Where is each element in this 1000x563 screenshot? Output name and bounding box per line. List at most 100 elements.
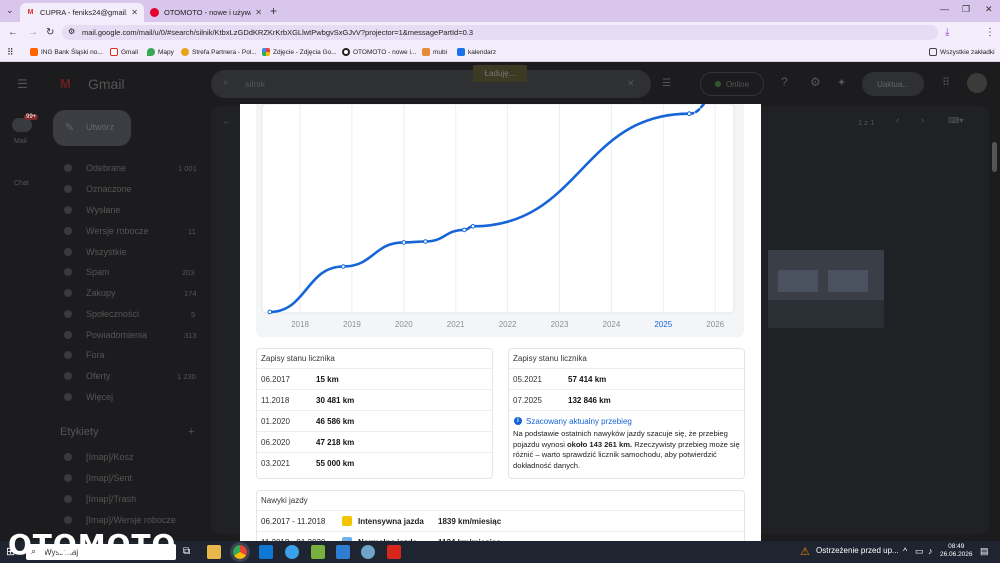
folder-sent[interactable]: Wysłane [86, 205, 120, 215]
settings-icon[interactable]: ⚙ [810, 75, 821, 89]
send-icon [64, 206, 72, 214]
label-item[interactable]: [Imap]/Kosz [86, 452, 134, 462]
tab-otomoto[interactable]: OTOMOTO - nowe i używane sa ✕ [144, 3, 268, 22]
site-info-icon[interactable]: ⚙ [68, 27, 75, 36]
data-point [401, 240, 407, 245]
apps-icon[interactable]: ⠿ [942, 76, 950, 89]
minimize-icon[interactable]: — [940, 4, 949, 14]
folder-all[interactable]: Wszystkie [86, 247, 127, 257]
bookmark-strefa[interactable]: Strefa Partnera - Pol... [181, 48, 257, 56]
x-tick-label: 2024 [603, 320, 621, 329]
table-row: 07.2025 132 846 km [509, 389, 744, 410]
data-point [686, 111, 692, 116]
x-tick-label: 2020 [395, 320, 413, 329]
folder-starred[interactable]: Oznaczone [86, 184, 132, 194]
mail-nav-icon[interactable] [12, 118, 32, 132]
estimate-title: Szacowany aktualny przebieg [526, 417, 632, 426]
bookmark-photos[interactable]: Zdjęcie - Zdjęcia Go... [262, 48, 337, 56]
people-icon [64, 310, 72, 318]
folder-social[interactable]: Społeczności [86, 309, 139, 319]
app-icon[interactable] [311, 545, 325, 559]
folder-inbox[interactable]: Odebrane [86, 163, 126, 173]
main-menu-icon[interactable]: ☰ [17, 77, 28, 91]
new-tab-icon[interactable]: + [270, 4, 277, 18]
download-icon[interactable]: ⤓ [945, 27, 949, 38]
tray-arrow-icon[interactable]: ^ [903, 546, 907, 556]
volume-icon[interactable]: ♪ [928, 546, 933, 556]
security-warning[interactable]: Ostrzeżenie przed up... [816, 546, 899, 555]
bookmark-mubi[interactable]: mubi [422, 48, 447, 56]
forward-icon[interactable]: → [28, 27, 38, 38]
intense-driving-icon [342, 516, 352, 526]
estimate-text: Na podstawie ostatnich nawyków jazdy sza… [513, 429, 741, 471]
restore-icon[interactable]: ❐ [962, 4, 970, 15]
account-avatar[interactable] [967, 73, 987, 93]
bookmark-calendar[interactable]: kalendarz [457, 48, 496, 56]
store-icon[interactable] [259, 545, 273, 559]
all-bookmarks[interactable]: Wszystkie zakładki [929, 48, 995, 56]
tab-gmail[interactable]: M CUPRA - feniks24@gmail.com ✕ [20, 3, 144, 22]
more-menu-icon[interactable]: ⋮ [985, 27, 995, 38]
tab-title: CUPRA - feniks24@gmail.com [40, 8, 127, 17]
upgrade-button[interactable]: Uaktua... [862, 72, 924, 96]
folder-spam[interactable]: Spam [86, 267, 110, 277]
back-icon[interactable]: ← [8, 27, 18, 38]
mail-search-bar[interactable]: ⌕ silnik ✕ [211, 70, 651, 98]
edge-icon[interactable] [285, 545, 299, 559]
status-indicator[interactable]: Online [700, 72, 764, 96]
record-value: 132 846 km [568, 395, 611, 405]
close-window-icon[interactable]: ✕ [985, 4, 993, 15]
notifications-icon[interactable]: ▤ [980, 546, 989, 557]
close-icon[interactable]: ✕ [131, 8, 138, 17]
label-item[interactable]: [Imap]/Sent [86, 473, 132, 483]
keyboard-icon[interactable]: ⌨▾ [948, 116, 964, 125]
gemini-icon[interactable]: ✦ [837, 76, 846, 89]
record-value: 46 586 km [316, 416, 355, 426]
record-date: 03.2021 [261, 458, 290, 468]
reload-icon[interactable]: ↻ [46, 27, 54, 38]
clear-search-icon[interactable]: ✕ [627, 78, 635, 89]
record-date: 07.2025 [513, 395, 542, 405]
folder-drafts[interactable]: Wersje robocze [86, 226, 148, 236]
otomoto-icon [150, 8, 159, 17]
pdf-reader-icon[interactable] [387, 545, 401, 559]
prev-message-icon[interactable]: ‹ [896, 115, 899, 126]
back-to-list-icon[interactable]: ← [222, 116, 232, 127]
add-label-icon[interactable]: + [188, 426, 194, 438]
bookmark-ing[interactable]: ING Bank Śląski no... [30, 48, 103, 56]
ing-icon [30, 48, 38, 56]
photos-icon [262, 48, 270, 56]
calculator-icon[interactable] [336, 545, 350, 559]
apps-grid-icon[interactable]: ⠿ [7, 47, 14, 58]
close-icon[interactable]: ✕ [255, 8, 262, 17]
bookmark-otomoto[interactable]: OTOMOTO - nowe i... [342, 48, 416, 56]
tab-title: OTOMOTO - nowe i używane sa [164, 8, 251, 17]
record-date: 11.2018 [261, 395, 290, 405]
folder-more[interactable]: Więcej [86, 392, 113, 402]
folder-updates[interactable]: Powiadomienia [86, 330, 147, 340]
folder-forums[interactable]: Fora [86, 350, 105, 360]
system-clock[interactable]: 08:49 26.06.2026 [940, 543, 973, 559]
label-item[interactable]: [Imap]/Trash [86, 494, 136, 504]
filter-icon[interactable]: ☰ [662, 78, 671, 89]
label-item[interactable]: [Imap]/Wersje robocze [86, 515, 176, 525]
tag-icon [64, 289, 72, 297]
file-explorer-icon[interactable] [207, 545, 221, 559]
app-icon[interactable] [361, 545, 375, 559]
folder-promotions[interactable]: Oferty [86, 371, 111, 381]
car-thumbnail[interactable] [768, 250, 884, 328]
bookmark-maps[interactable]: Mapy [147, 48, 174, 56]
tab-list-menu-icon[interactable]: ⌄ [6, 5, 14, 16]
info-icon: i [514, 417, 522, 425]
task-view-icon[interactable]: ⧉ [183, 546, 190, 557]
folder-purchases[interactable]: Zakupy [86, 288, 116, 298]
chrome-icon[interactable] [230, 542, 250, 562]
network-icon[interactable]: ▭ [915, 546, 924, 557]
scrollbar-thumb[interactable] [992, 142, 997, 172]
next-message-icon[interactable]: › [921, 115, 924, 126]
spam-icon [64, 268, 72, 276]
help-icon[interactable]: ? [781, 75, 788, 89]
bookmark-gmail[interactable]: Gmail [110, 48, 138, 56]
compose-button[interactable]: ✎ Utwórz [53, 110, 131, 146]
address-bar[interactable]: ⚙ mail.google.com/mail/u/0/#search/silni… [62, 25, 938, 40]
